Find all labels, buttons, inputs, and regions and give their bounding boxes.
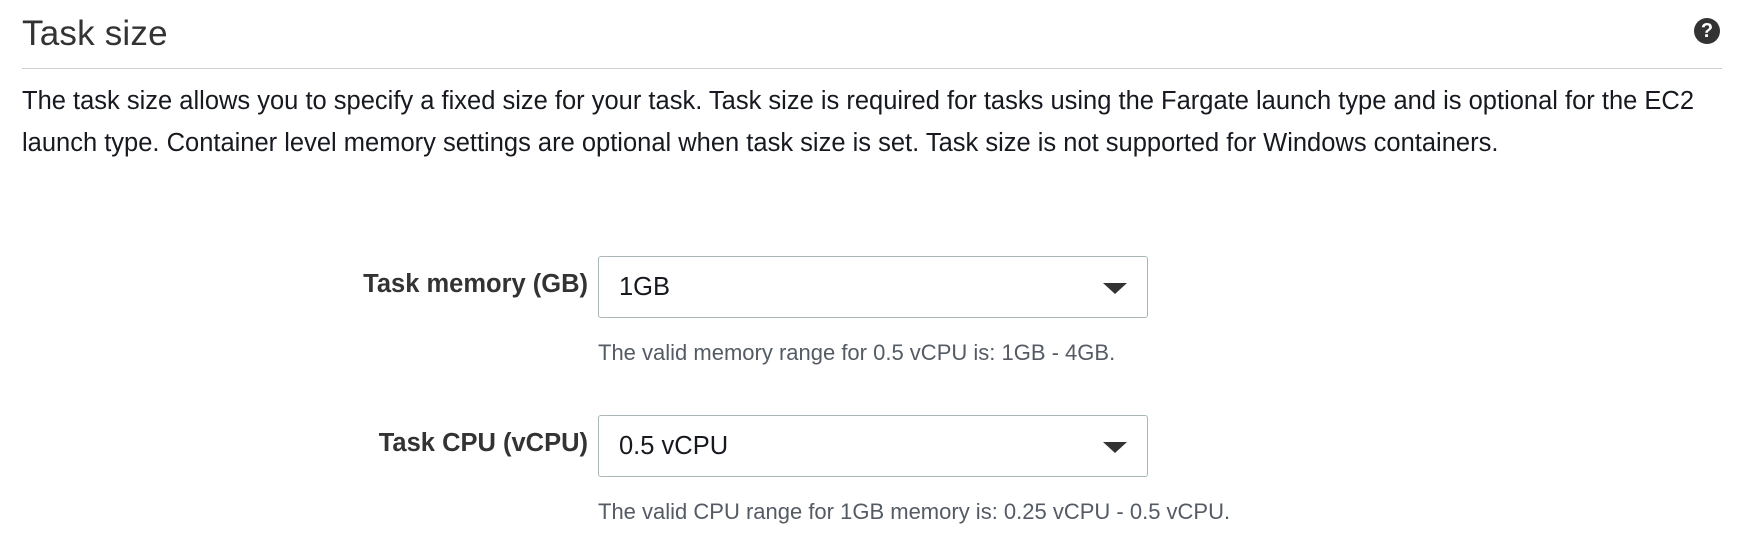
task-cpu-select[interactable]: 0.5 vCPU <box>598 415 1148 477</box>
task-cpu-hint: The valid CPU range for 1GB memory is: 0… <box>598 499 1231 524</box>
task-memory-hint: The valid memory range for 0.5 vCPU is: … <box>598 340 1116 365</box>
caret-down-icon <box>1103 283 1127 294</box>
section-title: Task size <box>22 14 168 53</box>
section-header: Task size ? <box>22 0 1722 69</box>
task-memory-value: 1GB <box>619 273 671 301</box>
help-icon[interactable]: ? <box>1694 18 1720 44</box>
task-cpu-label: Task CPU (vCPU) <box>378 429 588 457</box>
task-cpu-value: 0.5 vCPU <box>619 432 729 460</box>
task-size-section: Task size ? The task size allows you to … <box>22 0 1722 524</box>
task-memory-label: Task memory (GB) <box>363 270 588 298</box>
task-memory-select[interactable]: 1GB <box>598 256 1148 318</box>
caret-down-icon <box>1103 442 1127 453</box>
section-description: The task size allows you to specify a fi… <box>22 87 1695 157</box>
